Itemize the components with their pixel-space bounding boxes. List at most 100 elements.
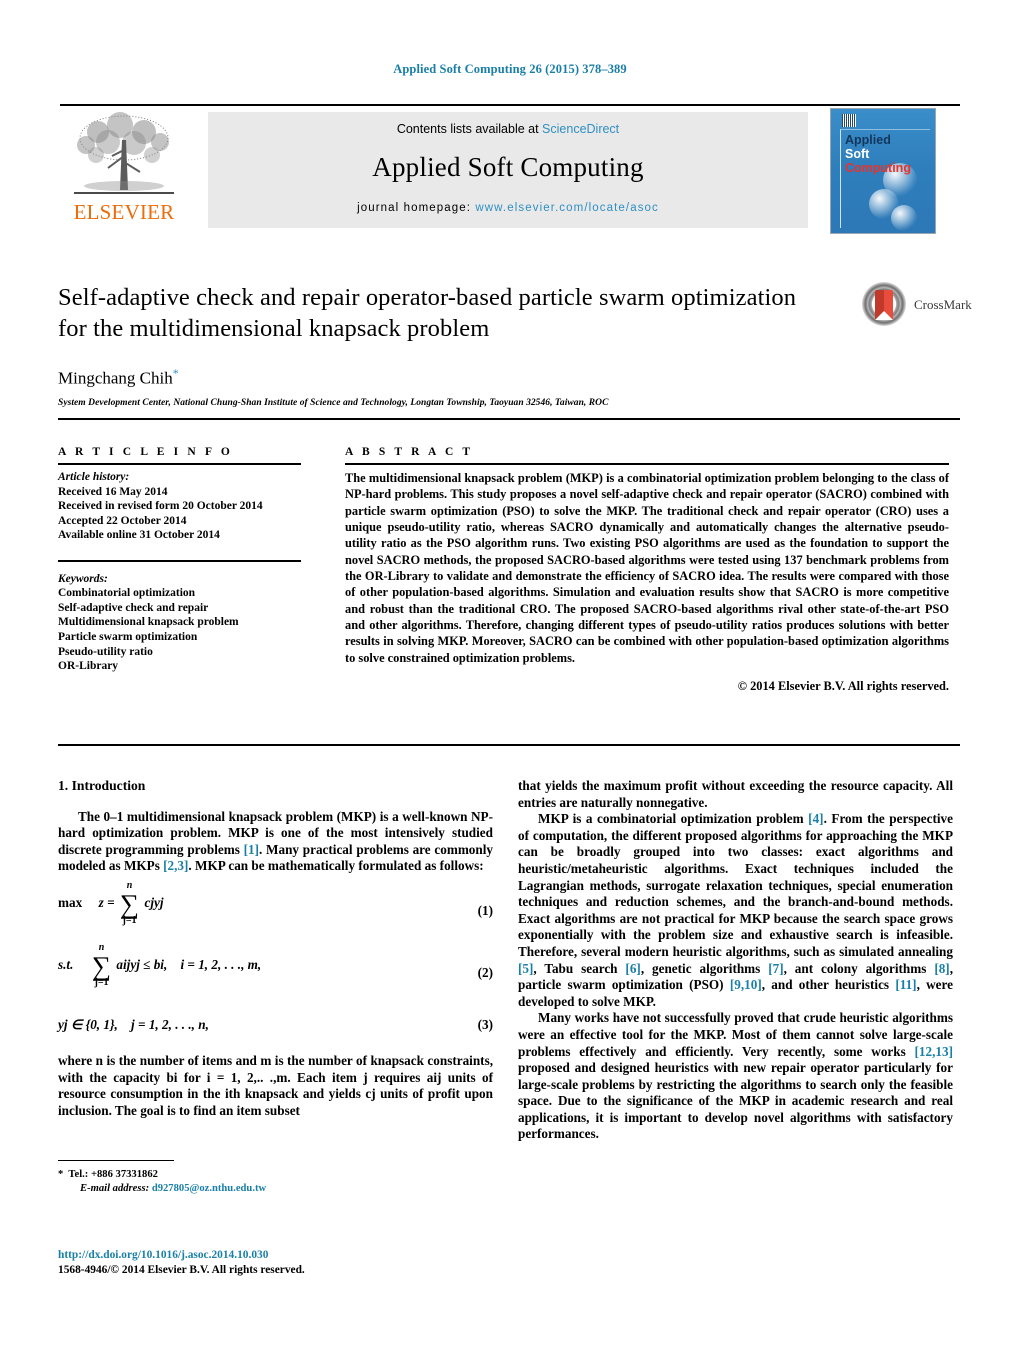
summation-upper-limit: n <box>98 941 105 953</box>
keywords-label: Keywords: <box>58 572 108 585</box>
cover-qr-icon <box>842 114 856 127</box>
keywords-rule <box>58 559 301 562</box>
author-line: Mingchang Chih* <box>58 366 818 389</box>
page-title: Self-adaptive check and repair operator-… <box>58 284 797 342</box>
abstract-heading: A B S T R A C T <box>345 446 474 458</box>
right-p2-part-b: . From the perspective of computation, t… <box>518 811 953 959</box>
citation-ref-12-13[interactable]: [12,13] <box>915 1044 953 1059</box>
equation-2-rhs: aijyj ≤ bi, <box>116 957 168 972</box>
footnote-email-label: E-mail address: <box>80 1182 150 1194</box>
article-history-item: Accepted 22 October 2014 <box>58 514 187 527</box>
equation-3-condition: j = 1, 2, . . ., n, <box>131 1016 209 1032</box>
citation-ref-6[interactable]: [6] <box>625 961 640 976</box>
intro-right-paragraph-3: Many works have not successfully proved … <box>518 1010 953 1143</box>
crossmark-label: CrossMark <box>914 297 972 312</box>
summation-lower-limit: j=1 <box>122 915 137 927</box>
crossmark-book-icon <box>875 290 893 320</box>
footnote-email-link[interactable]: d927805@oz.nthu.edu.tw <box>152 1183 266 1194</box>
keyword-item: Self-adaptive check and repair <box>58 601 209 614</box>
citation-ref-4[interactable]: [4] <box>808 811 823 826</box>
summation-symbol: n ∑ j=1 <box>92 942 111 988</box>
intro-paragraph-1: The 0–1 multidimensional knapsack proble… <box>58 809 493 875</box>
equation-2-number: (2) <box>477 964 493 980</box>
footnote-tel-line: * Tel.: +886 37331862 <box>58 1168 493 1182</box>
corresponding-author-marker[interactable]: * <box>173 366 179 380</box>
right-p2-part-d: , genetic algorithms <box>640 960 769 976</box>
right-p2-part-g: , and other heuristics <box>761 977 896 993</box>
journal-homepage-line: journal homepage: www.elsevier.com/locat… <box>208 202 808 214</box>
citation-ref-8[interactable]: [8] <box>934 961 949 976</box>
right-p2-part-c: , Tabu search <box>533 960 626 976</box>
body-column-right: that yields the maximum profit without e… <box>518 778 953 1143</box>
article-history-item: Received in revised form 20 October 2014 <box>58 500 263 513</box>
intro-p1-part-c: . MKP can be mathematically formulated a… <box>188 858 484 874</box>
citation-ref-2-3[interactable]: [2,3] <box>163 858 188 873</box>
citation-ref-7[interactable]: [7] <box>768 961 783 976</box>
equation-1-label: max <box>58 895 83 910</box>
summation-lower-limit: j=1 <box>94 977 109 989</box>
keyword-item: OR-Library <box>58 660 119 673</box>
abstract-copyright: © 2014 Elsevier B.V. All rights reserved… <box>737 679 949 694</box>
equation-2-label: s.t. <box>58 957 74 972</box>
paper-page: Applied Soft Computing 26 (2015) 378–389 <box>0 0 1020 1351</box>
footnote-marker: * <box>58 1169 64 1181</box>
cover-line-3: Computing <box>845 161 911 175</box>
crossmark-badge[interactable]: CrossMark <box>862 280 972 332</box>
homepage-prefix: journal homepage: <box>357 202 472 214</box>
right-p3-part-b: proposed and designed heuristics with ne… <box>518 1060 953 1142</box>
right-p2-part-a: MKP is a combinatorial optimization prob… <box>538 811 809 827</box>
citation-ref-1[interactable]: [1] <box>244 842 259 857</box>
cover-line-2: Soft <box>845 147 870 161</box>
intro-right-paragraph-2: MKP is a combinatorial optimization prob… <box>518 811 953 1010</box>
citation-ref-5[interactable]: [5] <box>518 961 533 976</box>
title-block: Self-adaptive check and repair operator-… <box>58 282 818 408</box>
footnote-rule <box>58 1160 174 1162</box>
doi-link[interactable]: http://dx.doi.org/10.1016/j.asoc.2014.10… <box>58 1248 493 1263</box>
footnote-tel: Tel.: +886 37331862 <box>68 1169 158 1181</box>
keyword-item: Combinatorial optimization <box>58 587 196 600</box>
body-column-left: 1. Introduction The 0–1 multidimensional… <box>58 778 493 1119</box>
keywords-group: Keywords: Combinatorial optimization Sel… <box>58 559 313 674</box>
crossmark-icon <box>862 282 906 326</box>
keyword-item: Multidimensional knapsack problem <box>58 616 239 629</box>
article-info-heading: A R T I C L E I N F O <box>58 446 233 458</box>
right-p2-part-e: , ant colony algorithms <box>783 960 935 976</box>
author-name: Mingchang Chih <box>58 368 173 388</box>
footnote-block: * Tel.: +886 37331862 E-mail address: d9… <box>58 1160 493 1195</box>
homepage-url-link[interactable]: www.elsevier.com/locate/asoc <box>475 202 659 214</box>
article-history-item: Available online 31 October 2014 <box>58 529 220 542</box>
keyword-item: Particle swarm optimization <box>58 630 198 643</box>
contents-prefix: Contents lists available at <box>396 122 543 136</box>
sciencedirect-link[interactable]: ScienceDirect <box>542 122 619 136</box>
equation-2: s.t. n ∑ j=1 aijyj ≤ bi, i = 1, 2, . . .… <box>58 942 493 999</box>
journal-masthead: ELSEVIER Contents lists available at Sci… <box>60 104 960 234</box>
summation-symbol: n ∑ j=1 <box>120 880 139 926</box>
citation-ref-9-10[interactable]: [9,10] <box>730 977 762 992</box>
equation-3: yj ∈ {0, 1}, j = 1, 2, . . ., n, (3) <box>58 1015 493 1041</box>
abstract-column: The multidimensional knapsack problem (M… <box>345 470 949 694</box>
contents-panel: Contents lists available at ScienceDirec… <box>208 112 808 228</box>
info-section-top-rule <box>58 418 960 421</box>
article-info-column: Article history: Received 16 May 2014 Re… <box>58 470 313 674</box>
equation-1-rhs: cjyj <box>144 895 164 910</box>
cover-title-text: Applied Soft Computing <box>845 133 911 175</box>
article-info-rule <box>58 463 301 465</box>
equation-3-expression: yj ∈ {0, 1}, <box>58 1016 118 1032</box>
equation-1: max z = n ∑ j=1 cjyj (1) <box>58 880 493 937</box>
abstract-rule <box>345 463 949 465</box>
running-head: Applied Soft Computing 26 (2015) 378–389 <box>393 62 627 76</box>
summation-upper-limit: n <box>126 879 133 891</box>
footnote-email-line: E-mail address: d927805@oz.nthu.edu.tw <box>58 1182 493 1196</box>
equation-2-condition: i = 1, 2, . . ., m, <box>180 957 262 972</box>
keyword-item: Pseudo-utility ratio <box>58 645 153 658</box>
section-heading-introduction: 1. Introduction <box>58 778 146 793</box>
cover-bubble-3 <box>891 205 917 231</box>
abstract-body: The multidimensional knapsack problem (M… <box>345 471 949 665</box>
elsevier-tree-icon <box>68 112 180 200</box>
journal-cover-thumbnail: Applied Soft Computing <box>830 108 936 234</box>
article-history-item: Received 16 May 2014 <box>58 485 168 498</box>
cover-line-1: Applied <box>845 133 891 147</box>
issn-copyright-line: 1568-4946/© 2014 Elsevier B.V. All right… <box>58 1264 305 1276</box>
equation-1-lhs: z = <box>98 895 115 910</box>
citation-ref-11[interactable]: [11] <box>895 977 916 992</box>
